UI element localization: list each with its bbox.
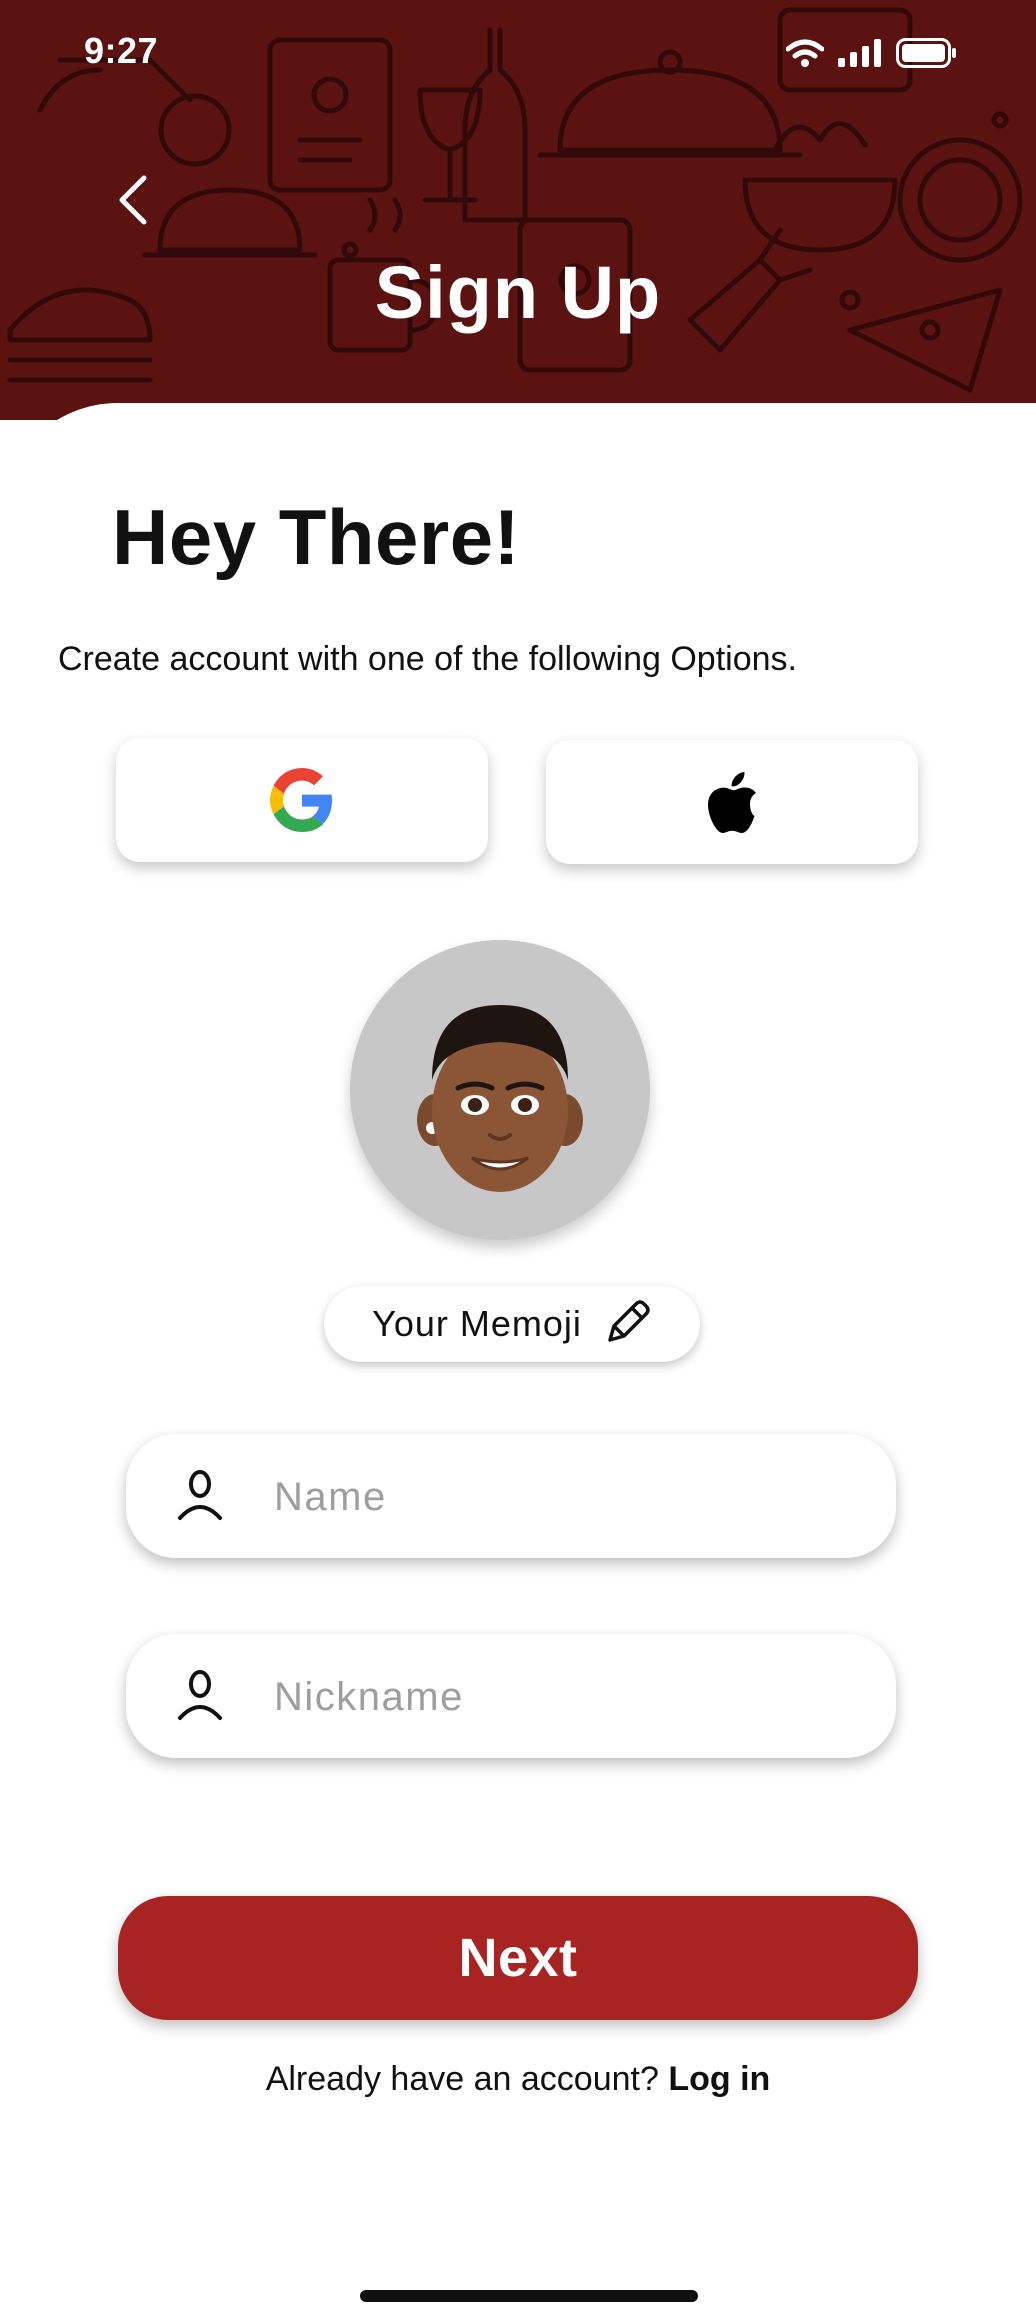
memoji-label: Your Memoji [372, 1303, 582, 1344]
name-field[interactable] [126, 1434, 896, 1558]
memoji-avatar[interactable] [350, 940, 650, 1240]
status-bar: 9:27 [0, 0, 1036, 110]
user-icon [178, 1670, 222, 1720]
status-icons [786, 38, 956, 68]
login-prompt-text: Already have an account? [265, 2060, 659, 2098]
apple-logo-icon [708, 772, 756, 833]
status-time: 9:27 [84, 30, 159, 71]
nickname-input[interactable] [272, 1664, 856, 1730]
next-button[interactable]: Next [118, 1896, 918, 2020]
name-input[interactable] [272, 1464, 856, 1530]
home-indicator [360, 2290, 698, 2302]
apple-signup-button[interactable] [546, 740, 918, 864]
memoji-face-image [417, 1005, 583, 1192]
nickname-field[interactable] [126, 1634, 896, 1758]
battery-icon [896, 38, 956, 68]
login-link[interactable]: Log in [668, 2060, 770, 2098]
greeting-heading: Hey There! [112, 493, 521, 581]
signup-options-subtitle: Create account with one of the following… [58, 640, 797, 678]
google-signup-button[interactable] [116, 738, 488, 862]
pencil-icon [608, 1300, 650, 1342]
edit-memoji-button[interactable]: Your Memoji [324, 1286, 700, 1362]
wifi-icon [786, 39, 824, 67]
login-prompt-line: Already have an account? Log in [0, 2060, 1036, 2099]
google-logo-icon [270, 768, 332, 832]
header-banner: 9:27 Sign Up [0, 0, 1036, 420]
user-icon [178, 1470, 222, 1520]
back-chevron-icon[interactable] [110, 170, 160, 230]
page-title: Sign Up [374, 251, 662, 334]
signal-icon [838, 39, 881, 67]
